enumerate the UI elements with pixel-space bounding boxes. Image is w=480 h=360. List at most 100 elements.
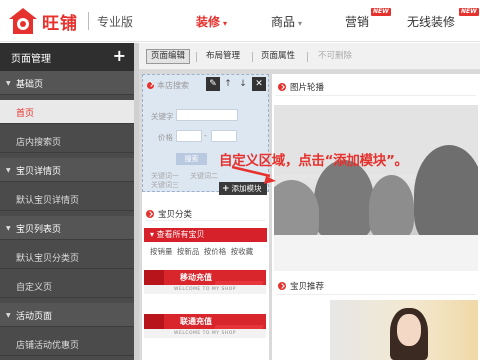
plus-icon: + bbox=[222, 184, 230, 194]
page-manager-sidebar: 页面管理 + ▼ 基础页首页店内搜索页 ▼ 宝贝详情页默认宝贝详情页 ▼ 宝贝列表页默认宝… bbox=[0, 43, 134, 360]
divider bbox=[146, 220, 265, 221]
new-badge: NEW bbox=[459, 8, 479, 16]
left-column: 本店搜索 ✎ ↑ ↓ ✕ 关键字 价格 - 搜索 关键词一 关键词二 关键词三 … bbox=[142, 74, 269, 360]
collapse-triangle-icon: ▼ bbox=[6, 225, 11, 232]
module-tools: ✎ ↑ ↓ ✕ bbox=[206, 77, 266, 92]
sidebar-title: 页面管理 bbox=[11, 54, 51, 65]
sort-links: 按销量 按新品 按价格 按收藏 bbox=[150, 246, 255, 257]
shop-search-module[interactable]: 本店搜索 ✎ ↑ ↓ ✕ 关键字 价格 - 搜索 关键词一 关键词二 关键词三 … bbox=[142, 74, 269, 195]
sidebar-item-label: 宝贝详情页 bbox=[16, 167, 62, 177]
promo-label: 移动充值 bbox=[180, 273, 212, 282]
sidebar-item-label: 店内搜索页 bbox=[16, 138, 62, 148]
nav-mobile-decorate-label: 无线装修 bbox=[407, 15, 456, 29]
bullet-icon bbox=[278, 282, 286, 290]
sort-by-price[interactable]: 按价格 bbox=[204, 247, 227, 256]
nav-decorate[interactable]: 装修 ▾ bbox=[196, 13, 227, 30]
module-title-text: 本店搜索 bbox=[157, 81, 189, 90]
price-max-input[interactable] bbox=[211, 130, 237, 142]
category-title-text: 宝贝分类 bbox=[158, 210, 193, 220]
shop-logo-icon bbox=[9, 8, 37, 34]
edit-icon[interactable]: ✎ bbox=[206, 77, 220, 91]
sidebar-item-label: 宝贝列表页 bbox=[16, 225, 62, 235]
nav-marketing[interactable]: 营销 NEW bbox=[345, 8, 391, 30]
tab-page-edit[interactable]: 页面编辑 bbox=[146, 49, 191, 64]
image-tree bbox=[369, 175, 414, 240]
nav-marketing-label: 营销 bbox=[345, 15, 370, 29]
price-label: 价格 bbox=[158, 133, 173, 142]
close-icon[interactable]: ✕ bbox=[252, 77, 266, 91]
price-dash: - bbox=[204, 131, 207, 140]
promo-banner[interactable]: 联通充值 WELCOME TO MY SHOP bbox=[144, 314, 266, 338]
collapse-triangle-icon: ▼ bbox=[6, 312, 11, 319]
keyword-input[interactable] bbox=[176, 109, 238, 121]
keyword-link[interactable]: 关键词三 bbox=[151, 180, 179, 190]
sidebar-item-label: 活动页面 bbox=[16, 312, 53, 322]
sidebar-item[interactable]: 默认宝贝分类页 bbox=[0, 245, 134, 269]
divider bbox=[276, 95, 476, 96]
tab-page-properties[interactable]: 页面属性 bbox=[256, 49, 300, 64]
nav-products[interactable]: 商品 ▾ bbox=[271, 13, 302, 30]
carousel-title-text: 图片轮播 bbox=[290, 83, 325, 93]
category-module-title: 宝贝分类 bbox=[146, 208, 192, 220]
divider bbox=[276, 294, 476, 295]
sidebar-item-label: 店铺活动优惠页 bbox=[16, 341, 80, 351]
sidebar-group[interactable]: ▼ 活动页面 bbox=[0, 303, 134, 327]
view-all-items-link[interactable]: ▾ 查看所有宝贝 bbox=[144, 228, 267, 242]
nav-mobile-decorate[interactable]: 无线装修 NEW bbox=[407, 8, 479, 30]
sidebar-item[interactable]: 店内搜索页 bbox=[0, 129, 134, 153]
bullet-icon bbox=[147, 82, 154, 89]
add-module-button[interactable]: + 添加模块 bbox=[219, 182, 267, 195]
collapse-triangle-icon: ▼ bbox=[6, 80, 11, 87]
sidebar-group[interactable]: ▼ 基础页 bbox=[0, 71, 134, 95]
new-badge: NEW bbox=[371, 8, 391, 16]
collapse-triangle-icon: ▼ bbox=[6, 167, 11, 174]
caret-down-icon: ▾ bbox=[223, 19, 228, 28]
promo-subtitle: WELCOME TO MY SHOP bbox=[144, 285, 266, 294]
carousel-image[interactable] bbox=[274, 105, 478, 271]
arrow-up-icon[interactable]: ↑ bbox=[221, 77, 235, 91]
sidebar-group[interactable]: ▼ 宝贝详情页 bbox=[0, 158, 134, 182]
sidebar-item-label: 默认宝贝详情页 bbox=[16, 196, 80, 206]
arrow-down-icon[interactable]: ↓ bbox=[236, 77, 250, 91]
sort-by-favorites[interactable]: 按收藏 bbox=[231, 247, 254, 256]
sidebar-item-label: 首页 bbox=[16, 109, 35, 119]
keyword-link[interactable]: 关键词二 bbox=[190, 171, 218, 181]
toolbar-divider bbox=[196, 52, 197, 62]
sidebar-item[interactable]: 店铺活动优惠页 bbox=[0, 332, 134, 356]
add-page-button[interactable]: + bbox=[113, 46, 126, 65]
toolbar-divider bbox=[307, 52, 308, 62]
sidebar-header: 页面管理 + bbox=[0, 43, 134, 71]
brand-divider bbox=[88, 12, 89, 30]
sort-by-new[interactable]: 按新品 bbox=[177, 247, 200, 256]
promo-banner[interactable]: 移动充值 WELCOME TO MY SHOP bbox=[144, 270, 266, 294]
sidebar-item[interactable]: 默认宝贝详情页 bbox=[0, 187, 134, 211]
nav-decorate-label: 装修 bbox=[196, 15, 221, 29]
page-toolbar: 页面编辑 布局管理 页面属性 不可删除 bbox=[139, 43, 480, 70]
toolbar-divider bbox=[252, 52, 253, 62]
nav-products-label: 商品 bbox=[271, 15, 296, 29]
product-photo[interactable] bbox=[330, 300, 478, 360]
sidebar-item-label: 自定义页 bbox=[16, 283, 53, 293]
sidebar-group[interactable]: ▼ 宝贝列表页 bbox=[0, 216, 134, 240]
image-snow bbox=[274, 235, 478, 271]
no-delete-label: 不可删除 bbox=[318, 51, 353, 61]
keyword-label: 关键字 bbox=[151, 112, 174, 121]
image-tree bbox=[414, 145, 478, 245]
bullet-icon bbox=[278, 83, 286, 91]
search-button[interactable]: 搜索 bbox=[176, 153, 207, 165]
sidebar-item-label: 基础页 bbox=[16, 80, 44, 90]
top-bar: 旺铺 专业版 装修 ▾ 商品 ▾ 营销 NEW 无线装修 NEW bbox=[0, 0, 480, 42]
price-min-input[interactable] bbox=[176, 130, 202, 142]
image-tree bbox=[314, 160, 374, 240]
tab-layout-manage[interactable]: 布局管理 bbox=[201, 49, 245, 64]
sort-by-sales[interactable]: 按销量 bbox=[150, 247, 173, 256]
add-module-label: 添加模块 bbox=[231, 184, 262, 193]
brand-name: 旺铺 bbox=[42, 14, 78, 34]
sidebar-item[interactable]: 自定义页 bbox=[0, 274, 134, 298]
caret-down-icon: ▾ bbox=[298, 19, 303, 28]
sidebar-item[interactable]: 首页 bbox=[0, 100, 134, 124]
promo-subtitle: WELCOME TO MY SHOP bbox=[144, 329, 266, 338]
photo-face bbox=[397, 314, 421, 346]
sidebar-item-label: 默认宝贝分类页 bbox=[16, 254, 80, 264]
promo-label: 联通充值 bbox=[180, 317, 212, 326]
